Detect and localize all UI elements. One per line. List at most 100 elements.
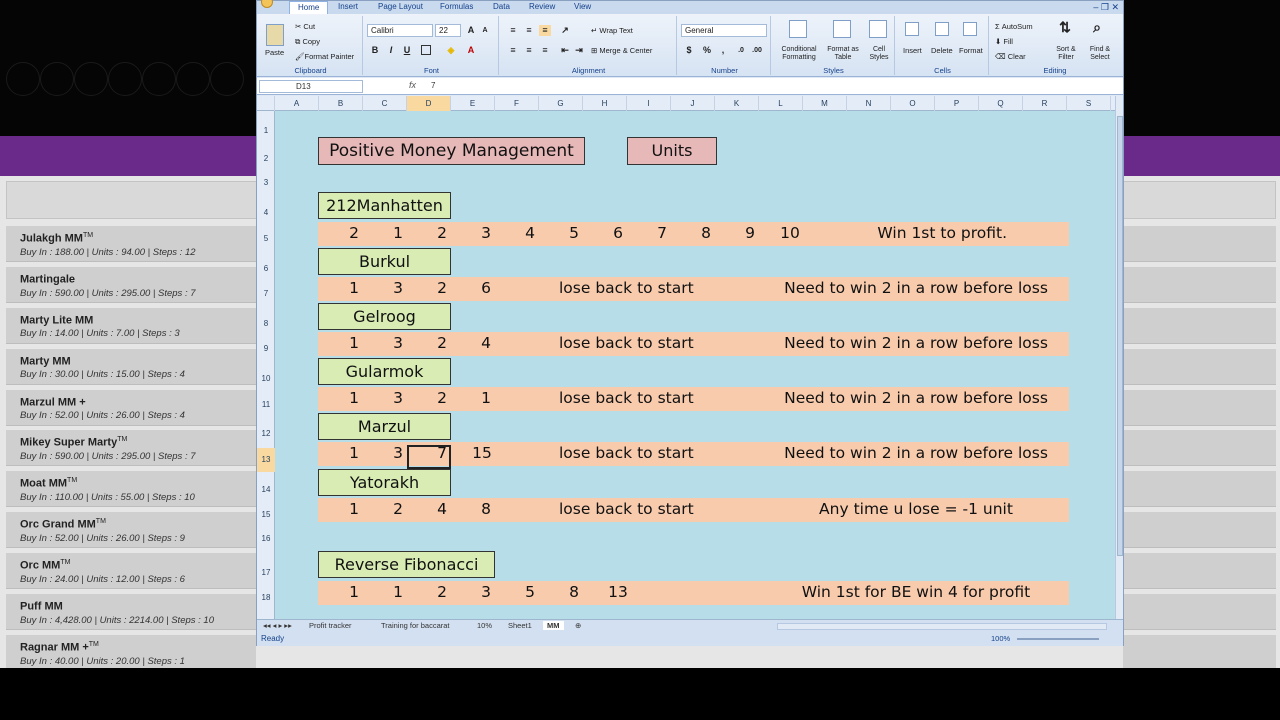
unit-value-cell[interactable]: 1 bbox=[471, 389, 501, 407]
paste-icon[interactable] bbox=[266, 24, 284, 46]
row-header[interactable]: 7 bbox=[257, 282, 275, 306]
font-size-select[interactable]: 22 bbox=[435, 24, 461, 37]
worksheet[interactable]: Positive Money Management Units 212Manha… bbox=[275, 111, 1115, 619]
row-header[interactable]: 2 bbox=[257, 145, 275, 173]
align-middle-icon[interactable]: ≡ bbox=[523, 25, 535, 36]
comma-icon[interactable]: , bbox=[717, 45, 729, 56]
align-top-icon[interactable]: ≡ bbox=[507, 25, 519, 36]
shrink-font-icon[interactable]: A bbox=[479, 25, 491, 36]
unit-value-cell[interactable]: 7 bbox=[647, 224, 677, 242]
sheet-tab-profit-tracker[interactable]: Profit tracker bbox=[309, 621, 352, 630]
align-center-icon[interactable]: ≡ bbox=[523, 45, 535, 56]
font-color-icon[interactable]: A bbox=[465, 45, 477, 56]
rule-text-cell[interactable]: lose back to start bbox=[559, 444, 694, 462]
column-header[interactable]: E bbox=[451, 96, 495, 111]
column-header[interactable]: H bbox=[583, 96, 627, 111]
row-header[interactable]: 14 bbox=[257, 476, 275, 504]
insert-cells-icon[interactable] bbox=[905, 22, 919, 36]
unit-value-cell[interactable]: 1 bbox=[339, 444, 369, 462]
sheet-tab-sheet1[interactable]: Sheet1 bbox=[508, 621, 532, 630]
unit-value-cell[interactable]: 13 bbox=[603, 583, 633, 601]
unit-value-cell[interactable]: 8 bbox=[471, 500, 501, 518]
unit-value-cell[interactable]: 3 bbox=[383, 389, 413, 407]
unit-value-cell[interactable]: 2 bbox=[427, 224, 457, 242]
unit-value-cell[interactable]: 2 bbox=[427, 389, 457, 407]
unit-value-cell[interactable]: 5 bbox=[515, 583, 545, 601]
rule-text-cell[interactable]: lose back to start bbox=[559, 334, 694, 352]
conditional-formatting-button[interactable]: Conditional Formatting bbox=[777, 46, 821, 62]
borders-icon[interactable] bbox=[421, 45, 431, 55]
unit-value-cell[interactable]: 4 bbox=[515, 224, 545, 242]
column-header[interactable]: D bbox=[407, 96, 451, 111]
new-sheet-icon[interactable]: ⊕ bbox=[575, 621, 581, 630]
list-item[interactable]: Orc Grand MMTM Buy In : 52.00 | Units : 2… bbox=[6, 512, 256, 549]
rule-text-cell[interactable]: lose back to start bbox=[559, 389, 694, 407]
column-header[interactable]: I bbox=[627, 96, 671, 111]
horizontal-scrollbar[interactable] bbox=[777, 623, 1107, 630]
decrease-decimal-icon[interactable]: .00 bbox=[751, 45, 763, 56]
unit-value-cell[interactable]: 6 bbox=[603, 224, 633, 242]
number-format-select[interactable]: General bbox=[681, 24, 767, 37]
note-cell[interactable]: Need to win 2 in a row before loss bbox=[737, 279, 1095, 297]
clear-button[interactable]: ⌫ Clear bbox=[995, 52, 1026, 61]
format-cells-icon[interactable] bbox=[963, 22, 977, 36]
system-name-cell[interactable]: Reverse Fibonacci bbox=[318, 551, 495, 578]
row-header[interactable]: 11 bbox=[257, 393, 275, 417]
unit-value-cell[interactable]: 3 bbox=[471, 224, 501, 242]
row-header[interactable]: 15 bbox=[257, 503, 275, 527]
column-header[interactable]: G bbox=[539, 96, 583, 111]
unit-value-cell[interactable]: 2 bbox=[339, 224, 369, 242]
row-header[interactable]: 16 bbox=[257, 531, 275, 547]
paste-button[interactable]: Paste bbox=[265, 48, 284, 57]
row-header[interactable]: 12 bbox=[257, 420, 275, 448]
insert-cells-button[interactable]: Insert bbox=[903, 46, 922, 55]
tab-insert[interactable]: Insert bbox=[338, 1, 358, 14]
unit-value-cell[interactable]: 3 bbox=[383, 279, 413, 297]
copy-button[interactable]: ⧉ Copy bbox=[295, 37, 320, 47]
formula-input[interactable]: 7 bbox=[431, 81, 435, 90]
tab-view[interactable]: View bbox=[574, 1, 591, 14]
system-name-cell[interactable]: Burkul bbox=[318, 248, 451, 275]
column-header[interactable]: B bbox=[319, 96, 363, 111]
sort-filter-button[interactable]: Sort & Filter bbox=[1051, 46, 1081, 62]
column-header[interactable]: C bbox=[363, 96, 407, 111]
unit-value-cell[interactable]: 6 bbox=[471, 279, 501, 297]
column-header[interactable]: R bbox=[1023, 96, 1067, 111]
window-controls[interactable]: – ❐ ✕ bbox=[1093, 2, 1119, 13]
units-cell[interactable]: Units bbox=[627, 137, 717, 165]
list-item[interactable]: Orc MMTM Buy In : 24.00 | Units : 12.00 |… bbox=[6, 553, 256, 590]
tab-home[interactable]: Home bbox=[289, 1, 329, 14]
format-as-table-button[interactable]: Format as Table bbox=[823, 46, 863, 62]
list-item[interactable]: Puff MM Buy In : 4,428.00 | Units : 2214.… bbox=[6, 594, 256, 631]
column-header[interactable]: F bbox=[495, 96, 539, 111]
function-icon[interactable]: fx bbox=[409, 80, 416, 90]
note-cell[interactable]: Win 1st to profit. bbox=[737, 224, 1007, 242]
row-header[interactable]: 6 bbox=[257, 255, 275, 283]
row-header[interactable]: 10 bbox=[257, 365, 275, 393]
sort-filter-icon[interactable]: ⇅ bbox=[1059, 20, 1071, 34]
increase-decimal-icon[interactable]: .0 bbox=[735, 45, 747, 56]
delete-cells-button[interactable]: Delete bbox=[931, 46, 953, 55]
italic-button[interactable]: I bbox=[385, 45, 397, 56]
office-button-icon[interactable] bbox=[261, 0, 273, 8]
align-right-icon[interactable]: ≡ bbox=[539, 45, 551, 56]
column-header[interactable]: K bbox=[715, 96, 759, 111]
select-all-corner[interactable] bbox=[257, 96, 275, 111]
column-header[interactable]: P bbox=[935, 96, 979, 111]
unit-value-cell[interactable]: 2 bbox=[383, 500, 413, 518]
format-cells-button[interactable]: Format bbox=[959, 46, 983, 55]
fill-color-icon[interactable]: ◈ bbox=[445, 45, 457, 56]
list-item[interactable]: Marty Lite MM Buy In : 14.00 | Units : 7.… bbox=[6, 307, 256, 344]
unit-value-cell[interactable]: 1 bbox=[383, 224, 413, 242]
unit-value-cell[interactable]: 2 bbox=[427, 279, 457, 297]
orientation-icon[interactable]: ↗ bbox=[559, 25, 571, 36]
unit-value-cell[interactable]: 8 bbox=[691, 224, 721, 242]
unit-value-cell[interactable]: 1 bbox=[339, 389, 369, 407]
column-header[interactable]: J bbox=[671, 96, 715, 111]
row-header[interactable]: 3 bbox=[257, 175, 275, 191]
column-header[interactable]: A bbox=[275, 96, 319, 111]
align-left-icon[interactable]: ≡ bbox=[507, 45, 519, 56]
row-header[interactable]: 1 bbox=[257, 123, 275, 139]
note-cell[interactable]: Any time u lose = -1 unit bbox=[737, 500, 1095, 518]
unit-value-cell[interactable]: 3 bbox=[383, 334, 413, 352]
